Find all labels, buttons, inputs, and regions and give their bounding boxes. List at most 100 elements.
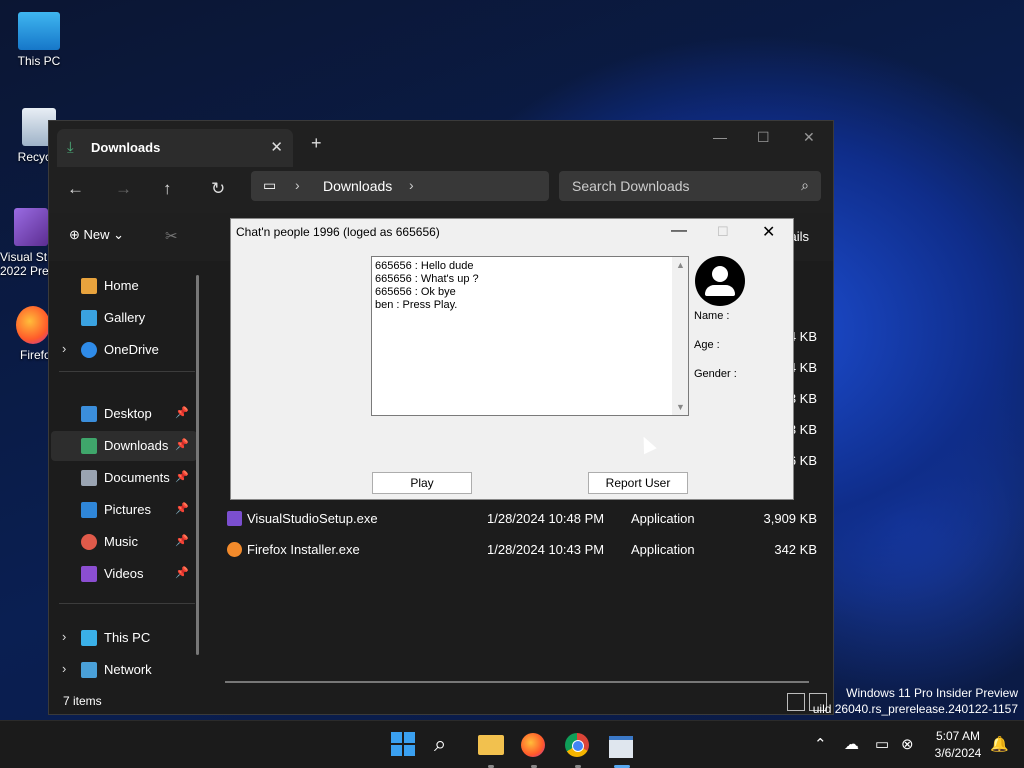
- chevron-right-icon[interactable]: ›: [62, 629, 66, 644]
- close-icon[interactable]: ✕: [762, 222, 775, 242]
- watermark: Windows 11 Pro Insider Preview uild 2604…: [812, 686, 1018, 716]
- pin-icon: 📌: [175, 471, 189, 483]
- address-bar[interactable]: ▭ › Downloads ›: [251, 171, 549, 201]
- file-row[interactable]: VisualStudioSetup.exe 1/28/2024 10:48 PM…: [227, 505, 817, 533]
- nav-item-gallery[interactable]: Gallery: [51, 303, 197, 333]
- play-button[interactable]: Play: [372, 472, 472, 494]
- search-icon: ⌕: [434, 731, 447, 756]
- visual-studio-icon: [14, 208, 48, 246]
- plus-circle-icon: ⊕: [69, 227, 80, 242]
- volume-muted-icon[interactable]: ⊗: [901, 735, 914, 753]
- network-icon: [81, 662, 97, 678]
- refresh-icon[interactable]: ↻: [211, 179, 225, 199]
- picture-icon: [81, 502, 97, 518]
- video-icon: [81, 566, 97, 582]
- nav-scrollbar[interactable]: [196, 275, 199, 655]
- monitor-icon: [81, 630, 97, 646]
- desktop-icon-visual-studio[interactable]: Visual St 2022 Pre: [0, 208, 49, 278]
- chevron-right-icon: ›: [295, 177, 300, 193]
- notification-bell-icon[interactable]: 🔔: [990, 735, 1009, 753]
- nav-item-videos[interactable]: Videos 📌: [51, 559, 197, 589]
- search-box[interactable]: Search Downloads ⌕: [559, 171, 821, 201]
- visual-studio-icon: [227, 511, 242, 526]
- close-icon[interactable]: ✕: [803, 129, 815, 146]
- computer-icon: ▭: [263, 177, 277, 193]
- start-button[interactable]: [390, 731, 418, 759]
- chevron-right-icon: ›: [409, 177, 414, 193]
- firefox-icon: [521, 733, 545, 757]
- firefox-taskbar-button[interactable]: [521, 731, 549, 759]
- monitor-icon: [18, 12, 60, 50]
- nav-item-network[interactable]: › Network: [51, 655, 197, 685]
- file-row[interactable]: Firefox Installer.exe 1/28/2024 10:43 PM…: [227, 536, 817, 564]
- nav-item-documents[interactable]: Documents 📌: [51, 463, 197, 493]
- chevron-up-icon[interactable]: ⌃: [814, 735, 827, 753]
- nav-item-onedrive[interactable]: › OneDrive: [51, 335, 197, 365]
- chevron-right-icon[interactable]: ›: [62, 661, 66, 676]
- report-user-button[interactable]: Report User: [588, 472, 688, 494]
- chat-message: 665656 : Ok bye: [375, 286, 456, 298]
- cut-icon[interactable]: ✂: [165, 227, 178, 245]
- details-view-icon[interactable]: [787, 693, 805, 711]
- chevron-right-icon[interactable]: ›: [62, 341, 66, 356]
- music-icon: [81, 534, 97, 550]
- window-icon: [609, 736, 633, 758]
- age-label: Age :: [694, 339, 720, 351]
- gallery-icon: [81, 310, 97, 326]
- download-icon: [81, 438, 97, 454]
- cloud-icon: [81, 342, 97, 358]
- back-arrow-icon[interactable]: ←: [67, 179, 84, 199]
- navigation-pane: Home Gallery › OneDrive Desktop 📌 Downlo…: [49, 265, 209, 683]
- chat-message: 665656 : What's up ?: [375, 273, 479, 285]
- firefox-icon: [16, 306, 50, 344]
- gender-label: Gender :: [694, 368, 737, 380]
- pin-icon: 📌: [175, 439, 189, 451]
- horizontal-scrollbar[interactable]: [225, 681, 809, 683]
- desktop-icon-this-pc[interactable]: This PC: [4, 12, 74, 68]
- chat-message: 665656 : Hello dude: [375, 260, 474, 272]
- document-icon: [81, 470, 97, 486]
- divider: [59, 371, 195, 372]
- tab-downloads[interactable]: ⤓ Downloads ✕: [57, 129, 293, 167]
- maximize-icon[interactable]: ☐: [757, 129, 770, 146]
- nav-item-this-pc[interactable]: › This PC: [51, 623, 197, 653]
- chat-app-taskbar-button[interactable]: [609, 731, 637, 759]
- pin-icon: 📌: [175, 503, 189, 515]
- desktop-folder-icon: [81, 406, 97, 422]
- windows-logo-icon: [391, 732, 415, 756]
- nav-item-music[interactable]: Music 📌: [51, 527, 197, 557]
- scroll-up-icon[interactable]: ▲: [676, 260, 685, 270]
- minimize-icon[interactable]: —: [671, 222, 687, 240]
- file-explorer-taskbar-button[interactable]: [478, 731, 506, 759]
- desktop-icon-firefox[interactable]: Firefo: [0, 306, 51, 362]
- chat-log[interactable]: 665656 : Hello dude 665656 : What's up ?…: [371, 256, 689, 416]
- nav-item-desktop[interactable]: Desktop 📌: [51, 399, 197, 429]
- chat-dialog-window: Chat'n people 1996 (loged as 665656) — ☐…: [230, 218, 794, 500]
- maximize-icon: ☐: [717, 224, 729, 239]
- forward-arrow-icon[interactable]: →: [115, 179, 132, 199]
- chrome-icon: [565, 733, 589, 757]
- nav-item-downloads[interactable]: Downloads 📌: [51, 431, 197, 461]
- dialog-title: Chat'n people 1996 (loged as 665656): [236, 225, 440, 239]
- cloud-off-icon[interactable]: ☁: [844, 735, 859, 753]
- scroll-down-icon[interactable]: ▼: [676, 402, 685, 412]
- close-tab-icon[interactable]: ✕: [270, 138, 283, 156]
- clock[interactable]: 5:07 AM 3/6/2024: [930, 729, 986, 760]
- nav-item-home[interactable]: Home: [51, 271, 197, 301]
- firefox-icon: [227, 542, 242, 557]
- chat-message: ben : Press Play.: [375, 299, 458, 311]
- new-tab-icon[interactable]: +: [311, 133, 322, 154]
- new-button[interactable]: ⊕ New ⌄: [69, 227, 124, 243]
- chrome-taskbar-button[interactable]: [565, 731, 593, 759]
- pin-icon: 📌: [175, 407, 189, 419]
- user-avatar-icon: [695, 256, 745, 306]
- minimize-icon[interactable]: —: [713, 129, 727, 145]
- chat-scrollbar[interactable]: ▲ ▼: [672, 257, 688, 415]
- up-arrow-icon[interactable]: ↑: [163, 179, 172, 199]
- pin-icon: 📌: [175, 567, 189, 579]
- search-taskbar-button[interactable]: ⌕: [434, 731, 462, 759]
- nav-item-pictures[interactable]: Pictures 📌: [51, 495, 197, 525]
- network-icon[interactable]: ▭: [875, 735, 889, 753]
- tab-bar: ⤓ Downloads ✕ + — ☐ ✕: [49, 121, 833, 167]
- search-icon: ⌕: [801, 177, 809, 193]
